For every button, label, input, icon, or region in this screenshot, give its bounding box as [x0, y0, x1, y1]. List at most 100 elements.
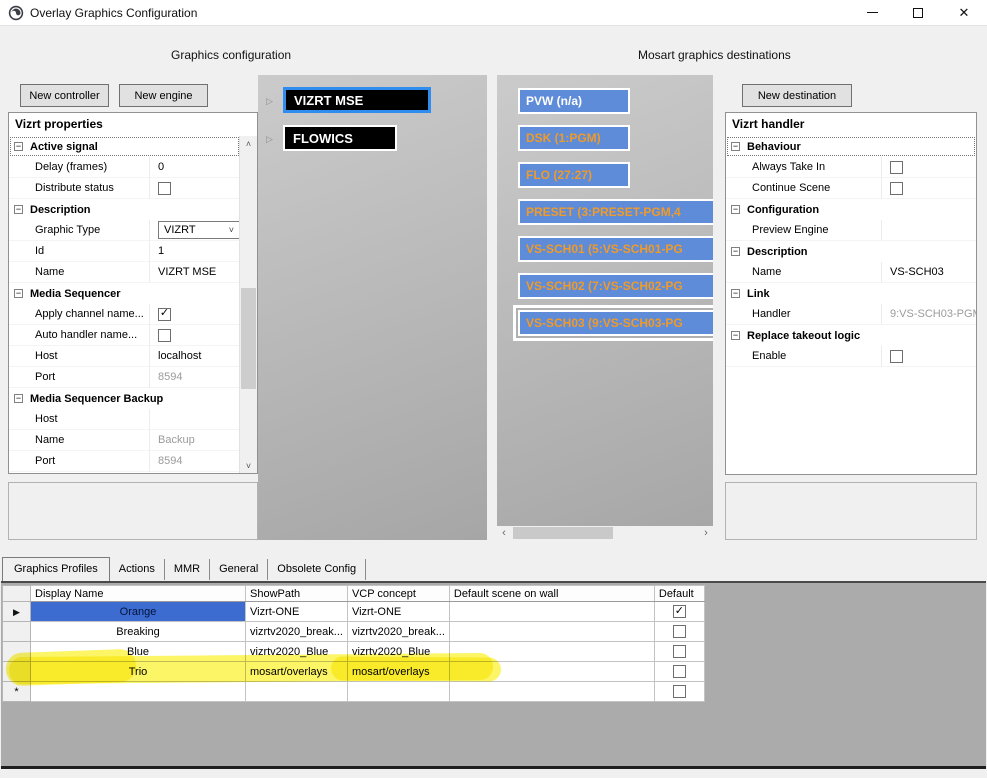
collapse-icon[interactable]: −	[731, 289, 740, 298]
property-row[interactable]: Port8594	[9, 367, 240, 388]
display-name-cell[interactable]	[31, 682, 246, 702]
scroll-down-icon[interactable]: ˅	[240, 458, 257, 473]
property-category[interactable]: −Configuration	[726, 199, 976, 220]
column-header[interactable]: Default	[654, 586, 704, 602]
collapse-icon[interactable]: −	[731, 142, 740, 151]
destination-item[interactable]: PRESET (3:PRESET-PGM,4	[518, 199, 713, 225]
property-value[interactable]: 0	[149, 157, 240, 178]
display-name-cell[interactable]: Orange	[31, 602, 246, 622]
destination-item[interactable]: DSK (1:PGM)	[518, 125, 630, 151]
collapse-icon[interactable]: −	[731, 247, 740, 256]
column-header[interactable]: Default scene on wall	[449, 586, 654, 602]
row-selector[interactable]	[3, 642, 31, 662]
destination-item[interactable]: FLO (27:27)	[518, 162, 630, 188]
property-value[interactable]	[149, 409, 240, 430]
row-selector[interactable]: ▶	[3, 602, 31, 622]
vcp-concept-cell[interactable]: Vizrt-ONE	[347, 602, 449, 622]
vizrt-properties-scrollbar[interactable]: ˄ ˅	[239, 136, 257, 473]
table-row[interactable]: ▶OrangeVizrt-ONEVizrt-ONE	[3, 602, 705, 622]
property-row[interactable]: Host	[9, 409, 240, 430]
property-value[interactable]	[149, 178, 240, 199]
property-value[interactable]: localhost	[149, 346, 240, 367]
display-name-cell[interactable]: Breaking	[31, 622, 246, 642]
table-row[interactable]: *	[3, 682, 705, 702]
new-controller-button[interactable]: New controller	[20, 84, 109, 107]
default-cell[interactable]	[654, 662, 704, 682]
property-value[interactable]: 8594	[149, 451, 240, 472]
row-selector[interactable]	[3, 622, 31, 642]
property-row[interactable]: Distribute status	[9, 178, 240, 199]
collapse-icon[interactable]: −	[731, 331, 740, 340]
column-header[interactable]: Display Name	[31, 586, 246, 602]
expander-icon[interactable]: ▷	[266, 96, 273, 107]
show-path-cell[interactable]: vizrtv2020_break...	[246, 622, 348, 642]
destinations-horizontal-scrollbar[interactable]: ‹ ›	[497, 526, 713, 540]
property-value[interactable]: 9:VS-SCH03-PGM	[881, 304, 976, 325]
destination-item[interactable]: VS-SCH03 (9:VS-SCH03-PG	[518, 310, 713, 336]
expander-icon[interactable]: ▷	[266, 134, 273, 145]
display-name-cell[interactable]: Blue	[31, 642, 246, 662]
maximize-button[interactable]	[895, 0, 941, 25]
checkbox-unchecked[interactable]	[890, 161, 903, 174]
tab-graphics-profiles[interactable]: Graphics Profiles	[2, 557, 110, 581]
tab-general[interactable]: General	[210, 559, 268, 580]
property-row[interactable]: Id1	[9, 241, 240, 262]
show-path-cell[interactable]: vizrtv2020_Blue	[246, 642, 348, 662]
default-scene-cell[interactable]	[449, 642, 654, 662]
vcp-concept-cell[interactable]	[347, 682, 449, 702]
column-header[interactable]: ShowPath	[246, 586, 348, 602]
property-row[interactable]: Auto handler name...	[9, 325, 240, 346]
scroll-up-icon[interactable]: ˄	[240, 136, 257, 151]
property-value[interactable]	[881, 220, 976, 241]
property-category[interactable]: −Link	[726, 283, 976, 304]
show-path-cell[interactable]: mosart/overlays	[246, 662, 348, 682]
property-row[interactable]: Apply channel name...	[9, 304, 240, 325]
property-row[interactable]: Graphic TypeVIZRT˅	[9, 220, 240, 241]
default-cell[interactable]	[654, 642, 704, 662]
property-category[interactable]: −Media Sequencer Backup	[9, 388, 240, 409]
display-name-cell[interactable]: Trio	[31, 662, 246, 682]
row-selector[interactable]: *	[3, 682, 31, 702]
close-button[interactable]: ✕	[941, 0, 987, 25]
collapse-icon[interactable]: −	[14, 289, 23, 298]
minimize-button[interactable]	[849, 0, 895, 25]
tab-mmr[interactable]: MMR	[165, 559, 210, 580]
new-destination-button[interactable]: New destination	[742, 84, 852, 107]
destination-item[interactable]: VS-SCH02 (7:VS-SCH02-PG	[518, 273, 713, 299]
property-row[interactable]: Hostlocalhost	[9, 346, 240, 367]
collapse-icon[interactable]: −	[14, 205, 23, 214]
show-path-cell[interactable]	[246, 682, 348, 702]
property-value[interactable]	[149, 325, 240, 346]
vcp-concept-cell[interactable]: vizrtv2020_Blue	[347, 642, 449, 662]
checkbox-unchecked[interactable]	[158, 182, 171, 195]
collapse-icon[interactable]: −	[731, 205, 740, 214]
default-cell[interactable]	[654, 682, 704, 702]
checkbox-unchecked[interactable]	[890, 350, 903, 363]
property-value[interactable]: 8594	[149, 367, 240, 388]
property-row[interactable]: Handler9:VS-SCH03-PGM	[726, 304, 976, 325]
property-row[interactable]: NameBackup	[9, 430, 240, 451]
default-cell[interactable]	[654, 622, 704, 642]
property-category[interactable]: −Behaviour	[726, 136, 976, 157]
property-value[interactable]: VIZRT MSE	[149, 262, 240, 283]
vcp-concept-cell[interactable]: mosart/overlays	[347, 662, 449, 682]
checkbox-unchecked[interactable]	[890, 182, 903, 195]
column-header[interactable]: VCP concept	[347, 586, 449, 602]
default-cell[interactable]	[654, 602, 704, 622]
property-category[interactable]: −Active signal	[9, 136, 240, 157]
dropdown-select[interactable]: VIZRT˅	[158, 221, 240, 239]
property-value[interactable]: VIZRT˅	[149, 220, 240, 241]
scroll-left-icon[interactable]: ‹	[497, 526, 511, 540]
default-scene-cell[interactable]	[449, 682, 654, 702]
table-row[interactable]: Triomosart/overlaysmosart/overlays	[3, 662, 705, 682]
scrollbar-thumb[interactable]	[241, 288, 256, 389]
property-value[interactable]: 1	[149, 241, 240, 262]
tab-actions[interactable]: Actions	[110, 559, 165, 580]
property-value[interactable]	[881, 346, 976, 367]
checkbox-unchecked[interactable]	[673, 625, 686, 638]
collapse-icon[interactable]: −	[14, 394, 23, 403]
property-row[interactable]: NameVIZRT MSE	[9, 262, 240, 283]
collapse-icon[interactable]: −	[14, 142, 23, 151]
tab-obsolete-config[interactable]: Obsolete Config	[268, 559, 366, 580]
table-row[interactable]: Breakingvizrtv2020_break...vizrtv2020_br…	[3, 622, 705, 642]
